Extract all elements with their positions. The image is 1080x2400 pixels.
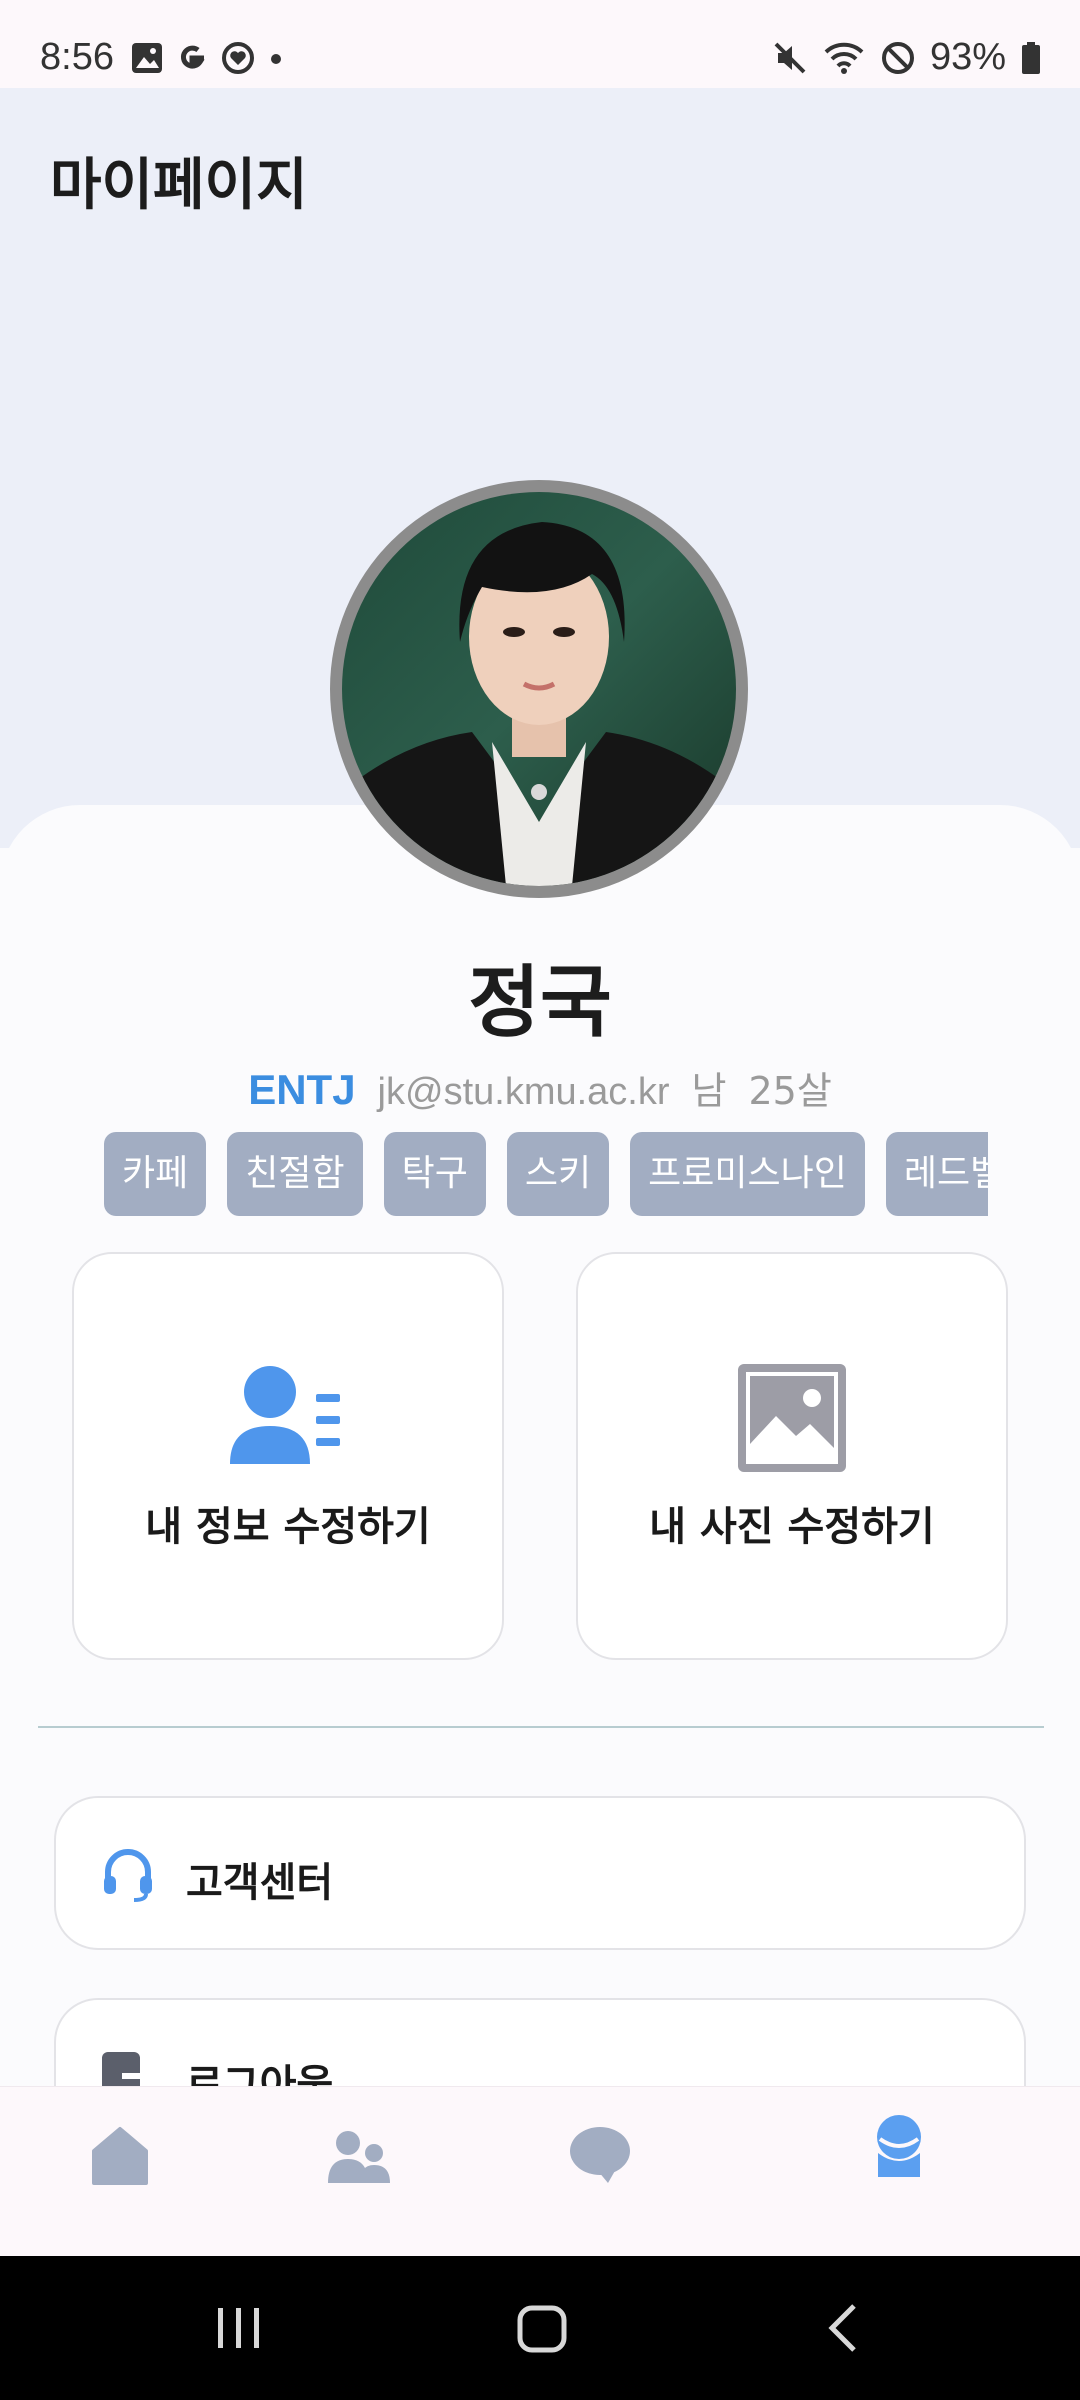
mute-icon (774, 42, 806, 73)
headset-icon (104, 1849, 152, 1902)
tag-chip: 탁구 (383, 1132, 486, 1216)
recent-apps-icon (218, 2308, 259, 2348)
battery-icon (1022, 41, 1040, 74)
status-time: 8:56 (40, 36, 114, 78)
wifi-icon (824, 42, 864, 74)
tag-chip: 레드벨 (885, 1132, 988, 1216)
home-icon (92, 2127, 148, 2185)
profile-info-row: ENTJ jk@stu.kmu.ac.kr 남 25살 (0, 1060, 1080, 1115)
customer-center-label: 고객센터 (186, 1860, 334, 1906)
avatar-photo (342, 492, 736, 886)
chat-bubble-icon (570, 2127, 630, 2183)
person-list-icon (230, 1366, 340, 1464)
google-icon (181, 45, 205, 69)
edit-info-card[interactable]: 내 정보 수정하기 (72, 1252, 504, 1660)
character-icon (877, 2115, 921, 2177)
tag-chip: 프로미스나인 (630, 1132, 865, 1216)
section-divider (38, 1726, 1044, 1728)
dot-icon (271, 54, 281, 64)
bottom-navigation (0, 2086, 1080, 2256)
home-square-icon (517, 2305, 567, 2353)
age-text: 25살 (748, 1069, 832, 1113)
heart-badge-icon (222, 42, 254, 74)
system-navigation-bar (0, 2256, 1080, 2400)
image-icon (738, 1364, 846, 1472)
customer-center-button[interactable]: 고객센터 (54, 1796, 1026, 1950)
status-left-icons (130, 40, 286, 76)
edit-info-label: 내 정보 수정하기 (145, 1504, 431, 1550)
back-button[interactable] (816, 2300, 872, 2360)
edit-photo-card[interactable]: 내 사진 수정하기 (576, 1252, 1008, 1660)
status-bar: 8:56 93% (0, 0, 1080, 88)
battery-percent: 93% (929, 36, 1006, 78)
do-not-disturb-icon (881, 41, 914, 74)
nav-chat[interactable] (568, 2123, 632, 2191)
status-right-icons: 93% (772, 36, 1042, 79)
tag-chip: 카페 (104, 1132, 207, 1216)
recent-apps-button[interactable] (210, 2300, 266, 2360)
back-chevron-icon (828, 2304, 856, 2352)
mbti-label: ENTJ (248, 1066, 356, 1113)
tag-chip: 스키 (506, 1132, 610, 1216)
people-icon (328, 2131, 390, 2183)
tag-chip: 친절함 (227, 1132, 363, 1216)
gender-text: 남 (691, 1069, 727, 1113)
nav-home[interactable] (90, 2123, 150, 2191)
interest-tags[interactable]: 카페 친절함 탁구 스키 프로미스나인 레드벨 (104, 1132, 988, 1216)
edit-photo-label: 내 사진 수정하기 (649, 1504, 935, 1550)
home-system-button[interactable] (514, 2300, 570, 2360)
email-text: jk@stu.kmu.ac.kr (377, 1071, 670, 1113)
avatar[interactable] (330, 480, 748, 898)
nav-mypage[interactable] (870, 2113, 928, 2181)
gallery-icon (132, 43, 162, 73)
nav-friends[interactable] (328, 2123, 392, 2191)
page-title: 마이페이지 (50, 153, 308, 218)
profile-name: 정국 (468, 958, 612, 1048)
